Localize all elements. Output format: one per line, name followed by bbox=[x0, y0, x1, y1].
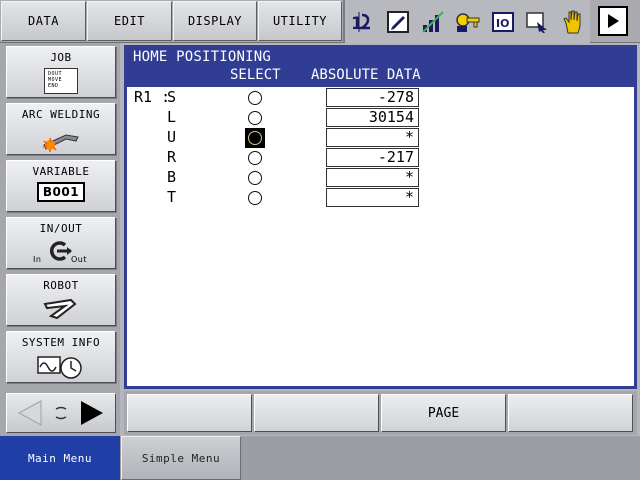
page-button[interactable]: PAGE bbox=[381, 394, 506, 432]
axis-label: R bbox=[167, 148, 177, 166]
absolute-data-value[interactable]: * bbox=[326, 188, 419, 207]
arrow-left-icon[interactable] bbox=[15, 399, 47, 427]
display-arrow-icon[interactable] bbox=[525, 9, 551, 35]
robot-arm-icon bbox=[41, 296, 81, 322]
sidebar-item-label: ARC WELDING bbox=[21, 108, 101, 121]
sidebar-item-label: JOB bbox=[50, 51, 72, 64]
select-radio-selected[interactable] bbox=[245, 128, 265, 148]
sidebar-item-job[interactable]: JOB DOUT MOVE END bbox=[6, 46, 116, 98]
menu-display-button[interactable]: DISPLAY bbox=[173, 1, 257, 41]
edit-square-icon[interactable] bbox=[385, 9, 411, 35]
function-key-bar: PAGE bbox=[124, 391, 637, 435]
column-header-absolute-data: ABSOLUTE DATA bbox=[311, 67, 421, 83]
menu-edit-button[interactable]: EDIT bbox=[87, 1, 172, 41]
axis-row-r: R -217 bbox=[127, 147, 634, 167]
function-key-4[interactable] bbox=[508, 394, 633, 432]
axis-label: B bbox=[167, 168, 177, 186]
absolute-data-value[interactable]: 30154 bbox=[326, 108, 419, 127]
absolute-data-value[interactable]: * bbox=[326, 128, 419, 147]
menu-utility-button[interactable]: UTILITY bbox=[258, 1, 342, 41]
numbered-steps-icon[interactable]: 1 bbox=[350, 9, 376, 35]
page-right-arrow-button[interactable] bbox=[598, 6, 628, 36]
sidebar-item-label: IN/OUT bbox=[39, 222, 83, 235]
sidebar-item-label: VARIABLE bbox=[32, 165, 90, 178]
variable-icon: B001 bbox=[36, 182, 86, 202]
panel-header: HOME POSITIONING SELECT ABSOLUTE DATA bbox=[127, 45, 634, 87]
triangle-right-icon bbox=[608, 14, 619, 28]
status-icon-strip: 1 IO bbox=[343, 0, 590, 43]
absolute-data-value[interactable]: -217 bbox=[326, 148, 419, 167]
simple-menu-button[interactable]: Simple Menu bbox=[121, 436, 241, 480]
signal-bars-icon[interactable] bbox=[420, 9, 446, 35]
axis-label: S bbox=[167, 88, 177, 106]
sidebar-item-in-out[interactable]: IN/OUT In Out bbox=[6, 217, 116, 269]
sidebar-item-system-info[interactable]: SYSTEM INFO bbox=[6, 331, 116, 383]
sidebar-item-label: SYSTEM INFO bbox=[21, 336, 101, 349]
function-key-1[interactable] bbox=[127, 394, 252, 432]
bottom-menu-bar: Main Menu Simple Menu bbox=[0, 436, 640, 480]
arrow-right-icon[interactable] bbox=[75, 399, 107, 427]
job-document-icon: DOUT MOVE END bbox=[44, 68, 78, 94]
axis-row-b: B * bbox=[127, 167, 634, 187]
sidebar-item-variable[interactable]: VARIABLE B001 bbox=[6, 160, 116, 212]
select-radio[interactable] bbox=[248, 191, 262, 205]
sidebar-item-label: ROBOT bbox=[43, 279, 79, 292]
absolute-data-value[interactable]: * bbox=[326, 168, 419, 187]
connector-icon bbox=[55, 406, 67, 420]
column-header-select: SELECT bbox=[230, 67, 281, 83]
function-key-2[interactable] bbox=[254, 394, 379, 432]
select-radio[interactable] bbox=[248, 151, 262, 165]
sidebar-item-robot[interactable]: ROBOT bbox=[6, 274, 116, 326]
system-info-icon bbox=[36, 353, 86, 379]
in-out-icon: In Out bbox=[31, 239, 91, 267]
page-title: HOME POSITIONING bbox=[133, 49, 272, 65]
svg-text:IO: IO bbox=[496, 17, 509, 30]
select-radio[interactable] bbox=[248, 91, 262, 105]
main-menu-sidebar: JOB DOUT MOVE END ARC WELDING VARIABLE B… bbox=[0, 43, 120, 436]
axis-label: L bbox=[167, 108, 177, 126]
menu-data-button[interactable]: DATA bbox=[1, 1, 86, 41]
axis-row-s: R1 : S -278 bbox=[127, 87, 634, 107]
top-menu-bar: DATA EDIT DISPLAY UTILITY 1 IO bbox=[0, 0, 640, 43]
key-icon[interactable] bbox=[455, 9, 481, 35]
hand-icon[interactable] bbox=[560, 9, 586, 35]
sidebar-item-arc-welding[interactable]: ARC WELDING bbox=[6, 103, 116, 155]
axis-row-l: L 30154 bbox=[127, 107, 634, 127]
sidebar-page-arrows bbox=[6, 393, 116, 433]
axis-label: T bbox=[167, 188, 177, 206]
welding-torch-icon bbox=[36, 125, 86, 153]
axis-row-u: U * bbox=[127, 127, 634, 148]
robot-group-label: R1 : bbox=[134, 88, 171, 106]
home-positioning-panel: HOME POSITIONING SELECT ABSOLUTE DATA R1… bbox=[124, 45, 637, 389]
axis-row-t: T * bbox=[127, 187, 634, 207]
select-radio[interactable] bbox=[248, 111, 262, 125]
axis-label: U bbox=[167, 128, 177, 146]
absolute-data-value[interactable]: -278 bbox=[326, 88, 419, 107]
select-radio[interactable] bbox=[248, 171, 262, 185]
io-register-icon[interactable]: IO bbox=[490, 9, 516, 35]
svg-text:1: 1 bbox=[351, 14, 363, 34]
main-menu-button[interactable]: Main Menu bbox=[0, 436, 120, 480]
